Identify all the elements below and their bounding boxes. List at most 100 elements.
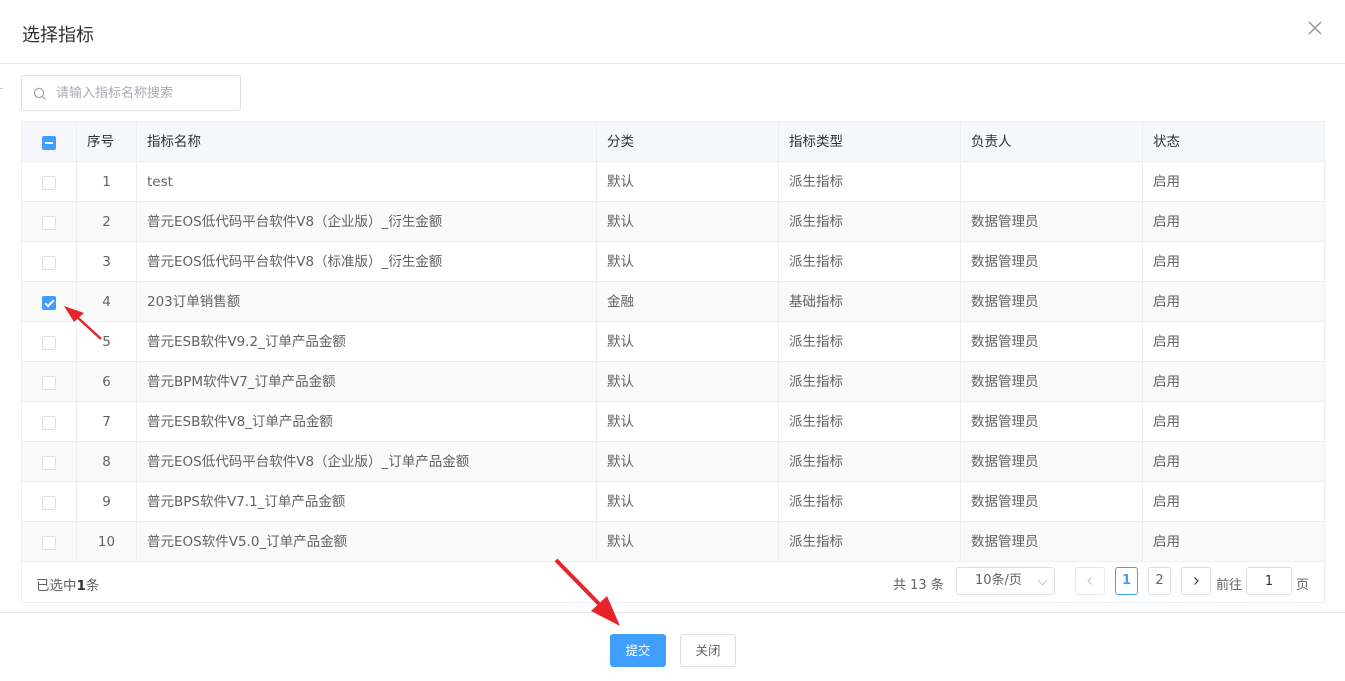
row-status: 启用 [1153, 334, 1180, 350]
row-category: 默认 [597, 202, 779, 242]
row-owner: 数据管理员 [961, 442, 1143, 482]
row-index: 4 [77, 282, 137, 322]
header-category[interactable]: 分类 [597, 122, 779, 162]
row-name: 普元EOS软件V5.0_订单产品金额 [137, 522, 597, 562]
row-name: 普元EOS低代码平台软件V8（企业版）_订单产品金额 [137, 442, 597, 482]
row-select-cell [22, 242, 77, 282]
row-status: 启用 [1153, 254, 1180, 270]
row-status: 启用 [1153, 214, 1180, 230]
row-checkbox[interactable] [42, 416, 56, 430]
metric-table: 序号 指标名称 分类 指标类型 负责人 状态 1 test 默认 派生指标 启用 2 普元E… [21, 121, 1325, 603]
row-checkbox[interactable] [42, 536, 56, 550]
header-name[interactable]: 指标名称 [137, 122, 597, 162]
row-name: 普元EOS低代码平台软件V8（标准版）_衍生金额 [137, 242, 597, 282]
row-checkbox[interactable] [42, 256, 56, 270]
row-index: 3 [77, 242, 137, 282]
row-select-cell [22, 322, 77, 362]
prev-page-button[interactable] [1075, 567, 1105, 595]
row-name: 普元ESB软件V9.2_订单产品金额 [137, 322, 597, 362]
header-owner[interactable]: 负责人 [961, 122, 1143, 162]
search-input[interactable] [56, 76, 236, 110]
page-button-1[interactable]: 1 [1115, 567, 1138, 595]
row-type: 派生指标 [779, 242, 961, 282]
row-index: 10 [77, 522, 137, 562]
row-index: 9 [77, 482, 137, 522]
row-status: 启用 [1153, 174, 1180, 190]
header-index[interactable]: 序号 [77, 122, 137, 162]
dialog-footer: 提交 关闭 [0, 612, 1345, 681]
row-select-cell [22, 202, 77, 242]
row-checkbox[interactable] [42, 336, 56, 350]
row-index: 1 [77, 162, 137, 202]
next-page-button[interactable] [1181, 567, 1211, 595]
row-select-cell [22, 482, 77, 522]
table-row[interactable]: 5 普元ESB软件V9.2_订单产品金额 默认 派生指标 数据管理员 启用 [22, 322, 1324, 362]
row-checkbox[interactable] [42, 216, 56, 230]
row-name: 普元EOS低代码平台软件V8（企业版）_衍生金额 [137, 202, 597, 242]
row-type: 派生指标 [779, 362, 961, 402]
selected-suffix: 条 [85, 578, 100, 594]
row-owner: 数据管理员 [961, 282, 1143, 322]
submit-button[interactable]: 提交 [610, 634, 666, 667]
row-status: 启用 [1153, 294, 1180, 310]
row-owner: 数据管理员 [961, 522, 1143, 562]
table-row[interactable]: 10 普元EOS软件V5.0_订单产品金额 默认 派生指标 数据管理员 启用 [22, 522, 1324, 562]
row-checkbox[interactable] [42, 296, 56, 310]
row-name: 普元BPS软件V7.1_订单产品金额 [137, 482, 597, 522]
row-category: 默认 [597, 402, 779, 442]
row-type: 派生指标 [779, 162, 961, 202]
close-button[interactable]: 关闭 [680, 634, 736, 667]
row-type: 派生指标 [779, 322, 961, 362]
row-index: 5 [77, 322, 137, 362]
row-category: 金融 [597, 282, 779, 322]
row-category: 默认 [597, 242, 779, 282]
page-button-2[interactable]: 2 [1148, 567, 1171, 595]
row-select-cell [22, 362, 77, 402]
goto-suffix: 页 [1296, 578, 1310, 593]
row-type: 基础指标 [779, 282, 961, 322]
selected-count: 已选中1条 [36, 574, 99, 594]
header-status[interactable]: 状态 [1143, 122, 1324, 162]
table-row[interactable]: 3 普元EOS低代码平台软件V8（标准版）_衍生金额 默认 派生指标 数据管理员 启用 [22, 242, 1324, 282]
search-icon [33, 86, 47, 101]
dialog-title: 选择指标 [22, 25, 94, 46]
row-select-cell [22, 402, 77, 442]
row-index: 8 [77, 442, 137, 482]
row-name: test [137, 162, 597, 202]
table-footer: 已选中1条 共 13 条 10条/页 1 2 前往 页 [22, 562, 1324, 602]
row-status: 启用 [1153, 494, 1180, 510]
row-type: 派生指标 [779, 202, 961, 242]
header-type[interactable]: 指标类型 [779, 122, 961, 162]
row-owner: 数据管理员 [961, 402, 1143, 442]
row-type: 派生指标 [779, 442, 961, 482]
table-row[interactable]: 7 普元ESB软件V8_订单产品金额 默认 派生指标 数据管理员 启用 [22, 402, 1324, 442]
row-index: 7 [77, 402, 137, 442]
row-owner [961, 162, 1143, 202]
row-name: 普元ESB软件V8_订单产品金额 [137, 402, 597, 442]
chevron-down-icon [1037, 575, 1048, 586]
row-checkbox[interactable] [42, 456, 56, 470]
row-type: 派生指标 [779, 482, 961, 522]
row-select-cell [22, 282, 77, 322]
header-select-cell [22, 122, 77, 162]
row-checkbox[interactable] [42, 376, 56, 390]
pagination-total: 共 13 条 [893, 578, 944, 593]
select-all-checkbox[interactable] [42, 136, 56, 150]
row-select-cell [22, 522, 77, 562]
select-metric-dialog: 选择指标 序号 指标名称 分类 指标类型 负责人 状态 1test默认派生指标启… [0, 0, 1345, 681]
table-header: 序号 指标名称 分类 指标类型 负责人 状态 [22, 122, 1324, 162]
table-row[interactable]: 1 test 默认 派生指标 启用 [22, 162, 1324, 202]
table-row[interactable]: 6 普元BPM软件V7_订单产品金额 默认 派生指标 数据管理员 启用 [22, 362, 1324, 402]
goto-page-input[interactable] [1246, 567, 1292, 595]
row-status: 启用 [1153, 534, 1180, 550]
row-checkbox[interactable] [42, 496, 56, 510]
table-row[interactable]: 8 普元EOS低代码平台软件V8（企业版）_订单产品金额 默认 派生指标 数据管理员 启用 [22, 442, 1324, 482]
row-category: 默认 [597, 442, 779, 482]
table-row[interactable]: 9 普元BPS软件V7.1_订单产品金额 默认 派生指标 数据管理员 启用 [22, 482, 1324, 522]
row-checkbox[interactable] [42, 176, 56, 190]
table-row[interactable]: 4 203订单销售额 金融 基础指标 数据管理员 启用 [22, 282, 1324, 322]
table-row[interactable]: 2 普元EOS低代码平台软件V8（企业版）_衍生金额 默认 派生指标 数据管理员 启用 [22, 202, 1324, 242]
close-icon[interactable] [1305, 18, 1325, 38]
page-size-select[interactable]: 10条/页 [956, 567, 1055, 595]
row-category: 默认 [597, 322, 779, 362]
